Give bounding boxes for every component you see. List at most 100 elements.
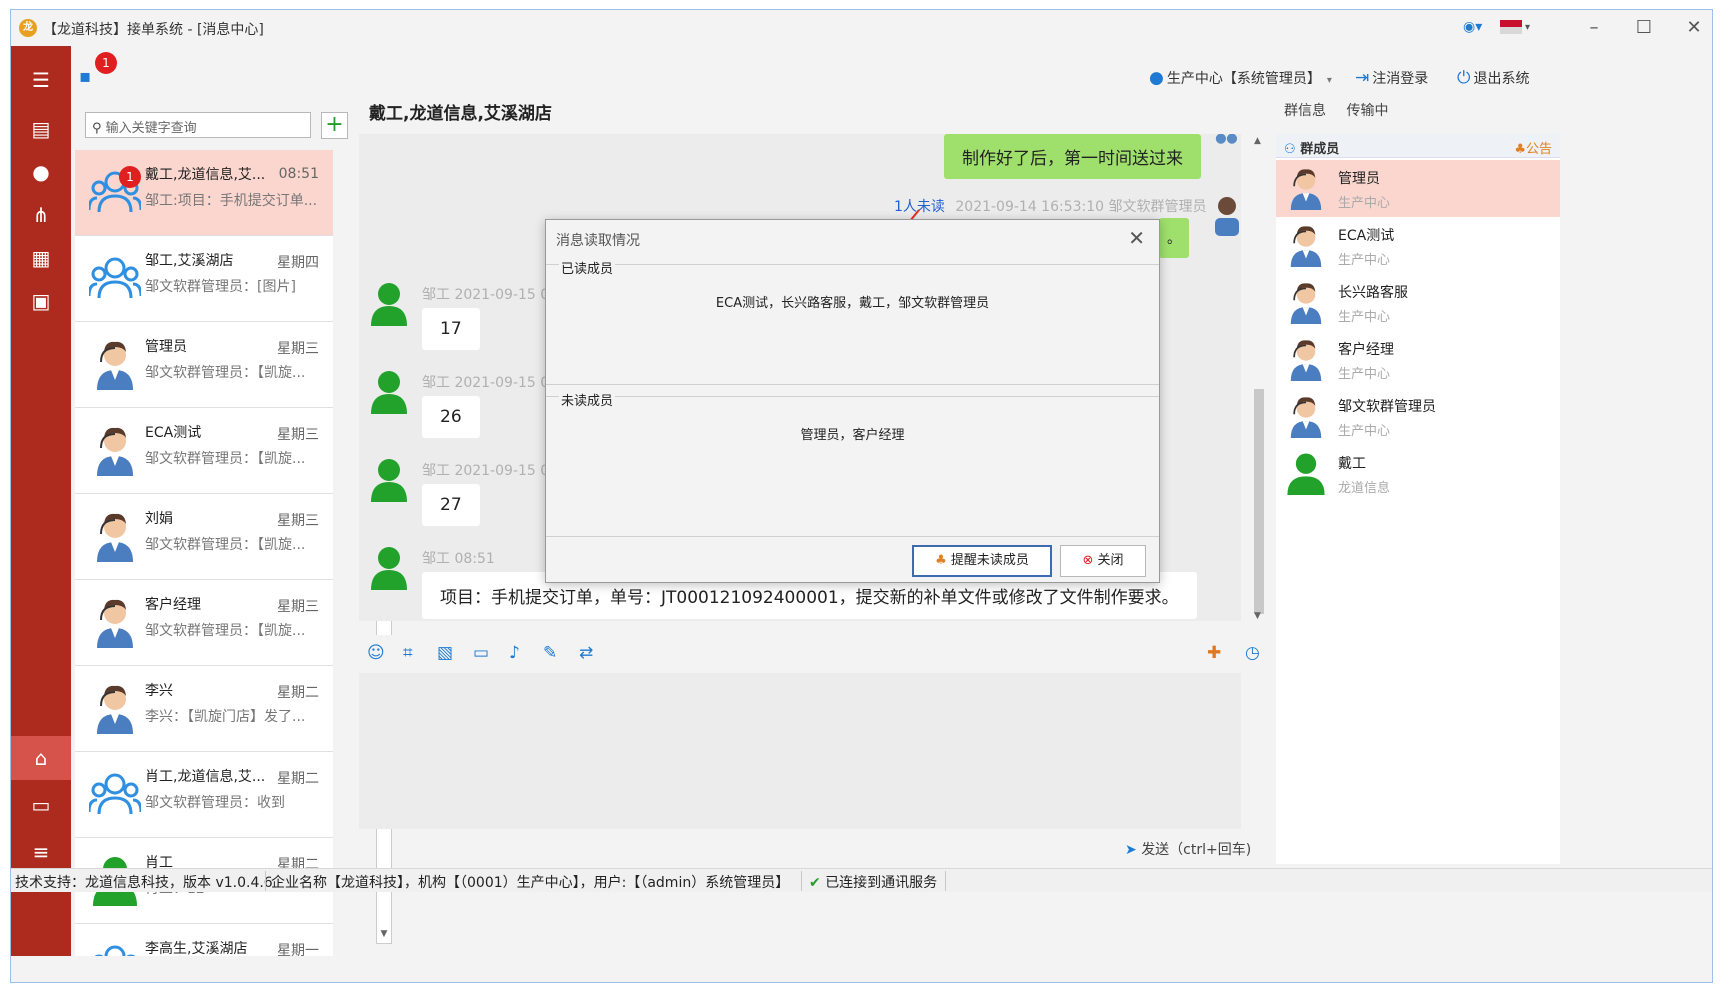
tab-transfer[interactable]: 传输中 bbox=[1346, 103, 1388, 119]
conversation-name: 刘娟 bbox=[145, 511, 173, 527]
send-label: 发送（ctrl+回车) bbox=[1141, 842, 1252, 858]
conversation-time: 星期二 bbox=[277, 685, 319, 701]
group-icon: ⚇ bbox=[1284, 142, 1296, 157]
menu-toggle-icon[interactable]: ☰ bbox=[11, 58, 71, 102]
close-window-button[interactable]: ✕ bbox=[1679, 16, 1709, 40]
incoming-message: 17 bbox=[422, 308, 480, 350]
history-clock-icon[interactable]: ◷ bbox=[1245, 643, 1260, 663]
conversation-time: 星期三 bbox=[277, 513, 319, 529]
org-tree-icon[interactable]: ⋔ bbox=[11, 193, 71, 237]
dialog-close-button[interactable]: ⊗ 关闭 bbox=[1060, 545, 1146, 577]
chat-scrollbar-thumb[interactable] bbox=[1254, 389, 1264, 614]
member-item[interactable]: 客户经理 生产中心 bbox=[1276, 331, 1560, 388]
apps-icon[interactable]: ▦ bbox=[11, 236, 71, 280]
divider bbox=[546, 384, 1159, 385]
person-green bbox=[1284, 451, 1328, 495]
compose-toolbar: ☺ ⌗ ▧ ▭ ♪ ✎ ⇄ ✚ ◷ bbox=[359, 635, 1260, 673]
microphone-icon[interactable]: ♪ bbox=[509, 643, 520, 663]
incoming-meta: 邹工 08:51 bbox=[422, 551, 495, 567]
member-item[interactable]: 戴工 龙道信息 bbox=[1276, 445, 1560, 502]
person-avatar bbox=[371, 371, 407, 414]
status-support: 技术支持：龙道信息科技，版本 v1.0.4.6 bbox=[15, 875, 273, 891]
report-icon[interactable]: ▣ bbox=[11, 279, 71, 323]
scroll-down-icon[interactable]: ▼ bbox=[377, 929, 391, 943]
logout-button[interactable]: ⇥ 注消登录 bbox=[1355, 68, 1428, 88]
chat-title: 戴工,龙道信息,艾溪湖店 bbox=[369, 104, 552, 124]
conversation-time: 星期一 bbox=[277, 943, 319, 956]
member-item[interactable]: 邹文软群管理员 生产中心 bbox=[1276, 388, 1560, 445]
conversation-item[interactable]: 客户经理 星期三 邹文软群管理员：【凯旋... bbox=[75, 580, 333, 666]
emoji-icon[interactable]: ☺ bbox=[367, 643, 385, 663]
title-bar: 龙 【龙道科技】接单系统 - [消息中心] ◉▾ ▾ – ☐ ✕ bbox=[11, 10, 1712, 46]
conversation-name: 李兴 bbox=[145, 683, 173, 699]
agent-avatar bbox=[89, 682, 141, 734]
monitor-icon[interactable]: ▭ bbox=[11, 783, 71, 827]
search-input[interactable]: ⚲ 输入关键字查询 bbox=[85, 112, 311, 138]
language-dropdown-icon[interactable]: ▾ bbox=[1525, 22, 1530, 33]
user-menu[interactable]: ● 生产中心【系统管理员】 ▾ bbox=[1149, 68, 1332, 88]
remind-unread-button[interactable]: ♣ 提醒未读成员 bbox=[912, 545, 1052, 577]
conversation-item[interactable]: 李高生,艾溪湖店 星期一 bbox=[75, 924, 333, 956]
maximize-button[interactable]: ☐ bbox=[1629, 16, 1659, 40]
members-title: 群成员 bbox=[1300, 142, 1340, 157]
dialog-close-icon[interactable]: ✕ bbox=[1128, 226, 1145, 250]
agent-avatar bbox=[89, 424, 141, 476]
member-item[interactable]: 长兴路客服 生产中心 bbox=[1276, 274, 1560, 331]
chat-icon[interactable]: ● bbox=[11, 150, 71, 194]
divider bbox=[546, 264, 1159, 265]
remind-label: 提醒未读成员 bbox=[950, 553, 1029, 568]
status-divider bbox=[265, 871, 266, 891]
image-icon[interactable]: ▧ bbox=[437, 643, 453, 663]
home-icon[interactable]: ⌂ bbox=[11, 736, 71, 780]
add-conversation-button[interactable]: + bbox=[321, 112, 348, 139]
conversation-item[interactable]: 管理员 星期三 邹文软群管理员：【凯旋... bbox=[75, 322, 333, 408]
status-connection-label: 已连接到通讯服务 bbox=[825, 875, 938, 891]
group-icon bbox=[87, 252, 143, 304]
status-divider bbox=[801, 871, 802, 891]
power-icon: ⏻ bbox=[1457, 68, 1471, 88]
pen-icon[interactable]: ✎ bbox=[543, 643, 557, 663]
folder-icon[interactable]: ▭ bbox=[473, 643, 489, 663]
conversation-item[interactable]: 李兴 星期二 李兴：【凯旋门店】发了... bbox=[75, 666, 333, 752]
exit-button[interactable]: ⏻ 退出系统 bbox=[1457, 68, 1529, 88]
message-input[interactable] bbox=[359, 673, 1241, 829]
chevron-down-icon: ▾ bbox=[1326, 75, 1332, 86]
binoculars-icon: ⚲ bbox=[92, 121, 102, 136]
group-icon bbox=[87, 768, 143, 820]
conversation-item[interactable]: 1 戴工,龙道信息,艾... 08:51 邹工:项目：手机提交订单... bbox=[75, 150, 333, 236]
member-org: 龙道信息 bbox=[1338, 481, 1391, 496]
document-icon[interactable]: ▤ bbox=[11, 107, 71, 151]
member-org: 生产中心 bbox=[1338, 196, 1391, 211]
agent-avatar bbox=[1284, 280, 1328, 324]
conversation-item[interactable]: 肖工,龙道信息,艾... 星期二 邹文软群管理员：收到 bbox=[75, 752, 333, 838]
scroll-up-icon[interactable]: ▲ bbox=[1254, 136, 1261, 146]
chat-scrollbar[interactable]: ▲ ▼ bbox=[1251, 134, 1267, 621]
send-button[interactable]: ➤ 发送（ctrl+回车) bbox=[1125, 839, 1251, 859]
status-bar: 技术支持：龙道信息科技，版本 v1.0.4.6 企业名称【龙道科技】，机构【（0… bbox=[11, 868, 1712, 892]
conversation-preview: 邹工:项目：手机提交订单... bbox=[145, 193, 318, 209]
message-meta: 1人未读 2021-09-14 16:53:10 邹文软群管理员 bbox=[894, 196, 1207, 216]
exit-label: 退出系统 bbox=[1473, 71, 1530, 87]
scroll-down-icon[interactable]: ▼ bbox=[1254, 611, 1261, 621]
message-icon[interactable]: ▪ bbox=[79, 66, 91, 87]
remote-desktop-icon[interactable]: ⇄ bbox=[579, 643, 593, 663]
crop-screenshot-icon[interactable]: ⌗ bbox=[403, 643, 413, 663]
logout-icon: ⇥ bbox=[1355, 68, 1370, 88]
outgoing-message-partial: 。 bbox=[1159, 218, 1189, 258]
member-item[interactable]: ECA测试 生产中心 bbox=[1276, 217, 1560, 274]
conversation-item[interactable]: 刘娟 星期三 邹文软群管理员：【凯旋... bbox=[75, 494, 333, 580]
member-item[interactable]: 管理员 生产中心 bbox=[1276, 160, 1560, 217]
conversation-panel: ⚲ 输入关键字查询 + 1 戴工,龙道信息,艾... 08:51 邹工:项目：手机提交… bbox=[71, 98, 394, 956]
conversation-item[interactable]: ECA测试 星期三 邹文软群管理员：【凯旋... bbox=[75, 408, 333, 494]
close-circle-icon: ⊗ bbox=[1082, 553, 1094, 568]
agent-avatar bbox=[1284, 337, 1328, 381]
skin-icon[interactable]: ◉▾ bbox=[1463, 19, 1482, 35]
notice-button[interactable]: ♣公告 bbox=[1514, 138, 1552, 157]
tab-group-info[interactable]: 群信息 bbox=[1284, 103, 1326, 119]
language-flag-icon[interactable] bbox=[1500, 20, 1522, 34]
members-header: ⚇ 群成员 ♣公告 bbox=[1276, 134, 1560, 158]
agent-avatar bbox=[89, 510, 141, 562]
add-comment-icon[interactable]: ✚ bbox=[1207, 643, 1221, 663]
conversation-item[interactable]: 邹工,艾溪湖店 星期四 邹文软群管理员：[图片] bbox=[75, 236, 333, 322]
minimize-button[interactable]: – bbox=[1579, 16, 1609, 40]
